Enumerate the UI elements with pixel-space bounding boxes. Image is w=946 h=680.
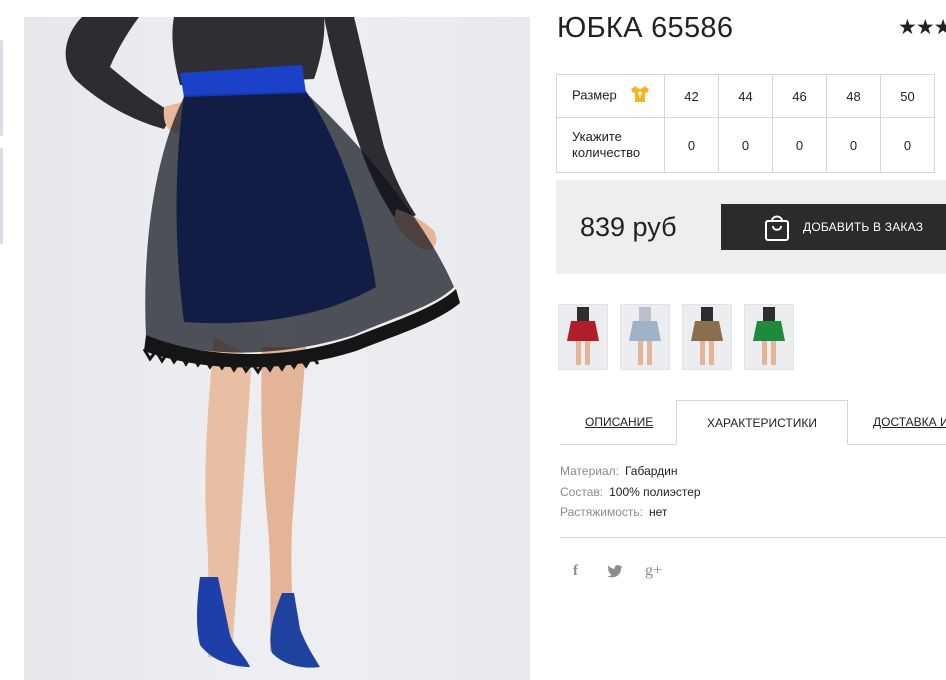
- characteristic-row: Материал: Габардин: [560, 461, 701, 482]
- characteristic-key: Растяжимость:: [560, 505, 644, 519]
- quantity-row: Укажите количество 0 0 0 0 0: [556, 117, 935, 173]
- size-cell[interactable]: 48: [826, 74, 881, 118]
- characteristic-value: Габардин: [624, 464, 678, 478]
- size-cell[interactable]: 46: [772, 74, 827, 118]
- price-box: 839 руб ДОБАВИТЬ В ЗАКАЗ: [556, 180, 946, 274]
- rating-stars[interactable]: ★★★: [898, 15, 946, 40]
- size-label-cell: Размер: [556, 74, 665, 118]
- facebook-icon[interactable]: f: [573, 563, 607, 580]
- tab-delivery[interactable]: ДОСТАВКА И: [873, 400, 946, 444]
- characteristic-row: Состав: 100% полиэстер: [560, 482, 701, 503]
- price: 839 руб: [580, 212, 677, 242]
- quantity-input[interactable]: 0: [880, 117, 935, 173]
- characteristic-value: 100% полиэстер: [609, 484, 701, 499]
- quantity-input[interactable]: 0: [718, 117, 773, 173]
- product-info-tabs: ОПИСАНИЕ ХАРАКТЕРИСТИКИ ДОСТАВКА И: [560, 400, 946, 445]
- size-cell[interactable]: 42: [664, 74, 719, 118]
- add-to-order-label: ДОБАВИТЬ В ЗАКАЗ: [803, 220, 924, 234]
- quantity-input[interactable]: 0: [664, 117, 719, 173]
- quantity-input[interactable]: 0: [772, 117, 827, 173]
- thumbnail-red-variant[interactable]: [558, 304, 608, 370]
- twitter-icon[interactable]: [607, 564, 645, 578]
- size-cell[interactable]: 44: [718, 74, 773, 118]
- previous-image-strip[interactable]: [0, 40, 3, 136]
- thumbnail-light-blue-variant[interactable]: [620, 304, 670, 370]
- tab-description[interactable]: ОПИСАНИЕ: [585, 400, 653, 444]
- size-label: Размер: [572, 87, 617, 103]
- google-plus-icon[interactable]: g+: [645, 562, 662, 580]
- add-to-order-button[interactable]: ДОБАВИТЬ В ЗАКАЗ: [721, 204, 946, 250]
- product-photo: [24, 17, 530, 680]
- characteristic-key: Материал:: [560, 464, 619, 478]
- shopping-bag-icon: [763, 212, 791, 242]
- social-share: f g+: [573, 562, 662, 580]
- quantity-label: Укажите количество: [556, 117, 665, 173]
- characteristic-value: нет: [649, 505, 668, 519]
- divider: [560, 537, 946, 538]
- tshirt-icon[interactable]: [630, 85, 650, 107]
- size-quantity-table: Размер 42 44 46 48 50 Укажите количество…: [556, 74, 935, 173]
- thumbnail-green-variant[interactable]: [744, 304, 794, 370]
- characteristics-list: Материал: Габардин Состав: 100% полиэстер …: [560, 461, 701, 523]
- size-row: Размер 42 44 46 48 50: [556, 74, 935, 118]
- product-title: ЮБКА 65586: [557, 12, 734, 44]
- thumbnail-beige-variant[interactable]: [682, 304, 732, 370]
- characteristic-key: Состав:: [560, 484, 604, 499]
- size-cell[interactable]: 50: [880, 74, 935, 118]
- color-variant-thumbnails: [558, 304, 794, 370]
- previous-image-strip[interactable]: [0, 148, 3, 244]
- tab-characteristics[interactable]: ХАРАКТЕРИСТИКИ: [676, 400, 848, 445]
- characteristic-row: Растяжимость: нет: [560, 502, 701, 523]
- skirt-model-illustration: [65, 17, 460, 668]
- quantity-input[interactable]: 0: [826, 117, 881, 173]
